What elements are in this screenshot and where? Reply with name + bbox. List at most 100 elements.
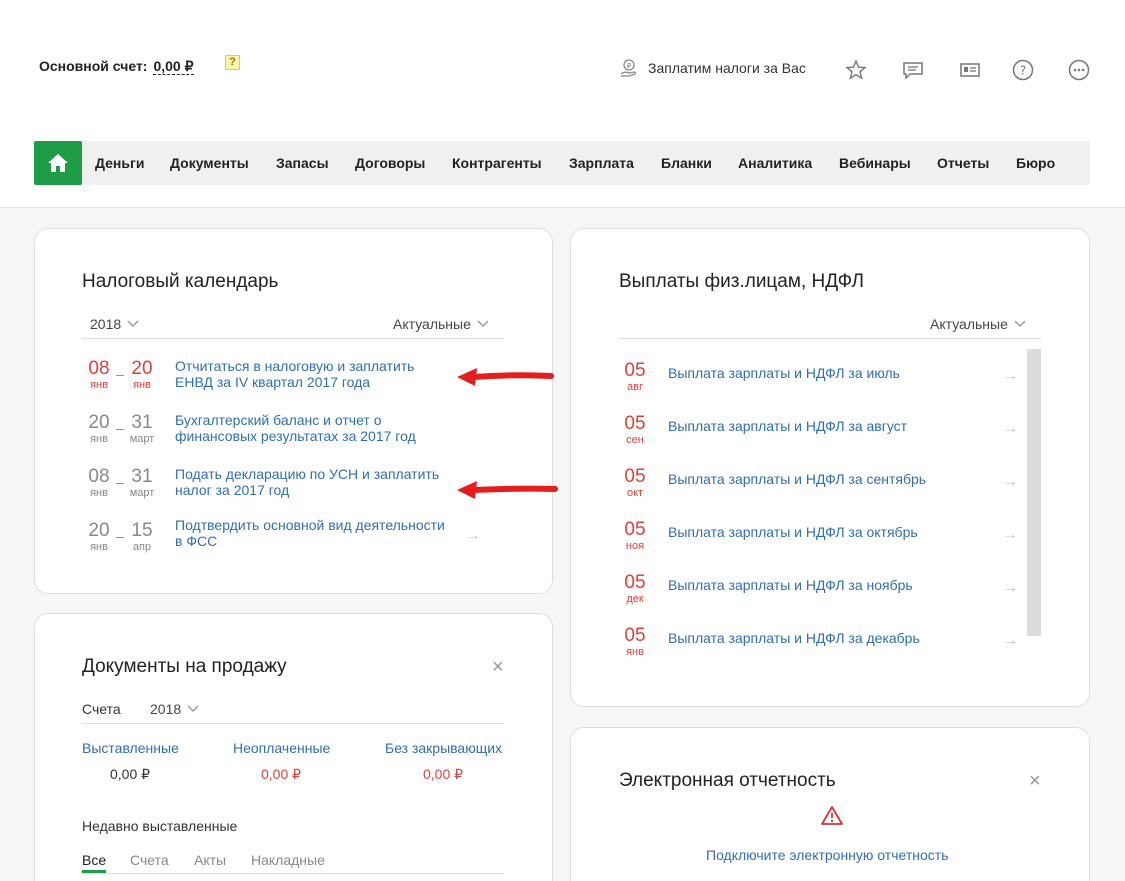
home-button[interactable] xyxy=(34,141,82,185)
payment-link[interactable]: Выплата зарплаты и НДФЛ за август xyxy=(668,418,907,434)
e-reporting-title: Электронная отчетность xyxy=(619,770,836,791)
payments-filter-select[interactable]: Актуальные xyxy=(930,316,1026,332)
row-arrow-icon[interactable]: → xyxy=(1002,420,1018,438)
main-account: Основной счет: 0,00 ₽ xyxy=(39,58,194,75)
date-from: 08 янв xyxy=(88,358,110,392)
no-closing-docs-link[interactable]: Без закрывающих xyxy=(385,740,502,756)
no-closing-docs-amount: 0,00 ₽ xyxy=(423,766,464,782)
svg-text:?: ? xyxy=(1020,64,1026,78)
chevron-down-icon xyxy=(1014,320,1026,327)
tab-waybills[interactable]: Накладные xyxy=(251,852,325,868)
row-arrow-icon[interactable]: → xyxy=(1002,473,1018,491)
pay-taxes-label: Заплатим налоги за Вас xyxy=(648,60,806,76)
tab-acts[interactable]: Акты xyxy=(194,852,226,868)
payment-link[interactable]: Выплата зарплаты и НДФЛ за октябрь xyxy=(668,524,918,540)
tax-event-link[interactable]: Отчитаться в налоговую и заплатить ЕНВД … xyxy=(175,358,455,390)
nav-forms[interactable]: Бланки xyxy=(661,155,712,171)
home-icon xyxy=(48,154,68,172)
date-from: 08 янв xyxy=(88,466,110,500)
date-from: 20 янв xyxy=(88,520,110,554)
year-value: 2018 xyxy=(90,316,122,332)
nav-counterparties[interactable]: Контрагенты xyxy=(452,155,542,171)
payment-link[interactable]: Выплата зарплаты и НДФЛ за июль xyxy=(668,365,900,381)
more-icon[interactable] xyxy=(1067,58,1091,82)
close-icon[interactable]: × xyxy=(492,656,504,679)
date-to: 15 апр xyxy=(131,520,153,554)
payments-scrollbar[interactable] xyxy=(1027,349,1041,636)
issued-amount: 0,00 ₽ xyxy=(110,766,151,782)
row-arrow-icon[interactable]: → xyxy=(1002,526,1018,544)
tax-calendar-divider xyxy=(82,338,504,339)
payment-link[interactable]: Выплата зарплаты и НДФЛ за декабрь xyxy=(668,630,920,646)
coin-hand-icon: ₽ xyxy=(620,59,636,77)
payment-date: 05 сен xyxy=(624,413,646,447)
pay-taxes-link[interactable]: ₽ Заплатим налоги за Вас xyxy=(619,58,806,78)
date-dash: – xyxy=(116,528,124,544)
nav-analytics[interactable]: Аналитика xyxy=(738,155,812,171)
chevron-down-icon xyxy=(187,705,199,712)
warning-icon xyxy=(821,806,843,825)
sale-docs-year-select[interactable]: 2018 xyxy=(150,701,199,717)
hint-icon[interactable]: ? xyxy=(225,55,240,70)
tax-calendar-year-select[interactable]: 2018 xyxy=(90,316,139,332)
payment-date: 05 янв xyxy=(624,625,646,659)
help-icon[interactable]: ? xyxy=(1011,58,1035,82)
year-value: 2018 xyxy=(150,701,182,717)
chat-icon[interactable] xyxy=(901,58,925,82)
nav-webinars[interactable]: Вебинары xyxy=(839,155,911,171)
recent-title: Недавно выставленные xyxy=(82,818,238,834)
unpaid-link[interactable]: Неоплаченные xyxy=(233,740,330,756)
sale-docs-title: Документы на продажу xyxy=(82,656,287,677)
close-icon[interactable]: × xyxy=(1029,770,1041,793)
row-arrow-icon[interactable]: → xyxy=(1002,579,1018,597)
payment-date: 05 окт xyxy=(624,466,646,500)
date-dash: – xyxy=(116,474,124,490)
account-label: Основной счет: xyxy=(39,58,148,74)
date-from: 20 янв xyxy=(88,412,110,446)
tax-event-link[interactable]: Подтвердить основной вид деятельности в … xyxy=(175,517,455,549)
sale-docs-divider xyxy=(82,723,504,724)
row-arrow-icon[interactable]: → xyxy=(1002,632,1018,650)
tax-event-link[interactable]: Подать декларацию по УСН и заплатить нал… xyxy=(175,466,455,498)
payment-date: 05 ноя xyxy=(624,519,646,553)
date-to: 31 март xyxy=(129,466,155,500)
account-balance[interactable]: 0,00 ₽ xyxy=(153,58,194,75)
payments-title: Выплаты физ.лицам, НДФЛ xyxy=(619,271,864,292)
date-to: 31 март xyxy=(129,412,155,446)
tab-all[interactable]: Все xyxy=(82,852,106,868)
payment-link[interactable]: Выплата зарплаты и НДФЛ за сентябрь xyxy=(668,471,926,487)
row-arrow-icon[interactable]: → xyxy=(1002,367,1018,385)
nav-salary[interactable]: Зарплата xyxy=(569,155,634,171)
tax-event-link[interactable]: Бухгалтерский баланс и отчет о финансовы… xyxy=(175,412,455,444)
annotation-arrow-icon xyxy=(457,368,554,386)
nav-money[interactable]: Деньги xyxy=(95,155,144,171)
annotation-arrow-icon xyxy=(457,481,558,499)
tab-invoices[interactable]: Счета xyxy=(130,852,169,868)
issued-link[interactable]: Выставленные xyxy=(82,740,179,756)
nav-documents[interactable]: Документы xyxy=(170,155,249,171)
star-icon[interactable] xyxy=(844,58,868,82)
payment-link[interactable]: Выплата зарплаты и НДФЛ за ноябрь xyxy=(668,577,913,593)
chevron-down-icon xyxy=(127,320,139,327)
nav-reports[interactable]: Отчеты xyxy=(937,155,989,171)
svg-text:₽: ₽ xyxy=(627,62,632,70)
date-dash: – xyxy=(116,420,124,436)
date-to: 20 янв xyxy=(131,358,153,392)
card-icon[interactable] xyxy=(958,58,982,82)
payment-date: 05 дек xyxy=(624,572,646,606)
tabs-divider xyxy=(82,873,504,874)
nav-contracts[interactable]: Договоры xyxy=(355,155,425,171)
nav-stock[interactable]: Запасы xyxy=(276,155,329,171)
filter-value: Актуальные xyxy=(393,316,471,332)
filter-value: Актуальные xyxy=(930,316,1008,332)
payments-divider xyxy=(619,338,1041,339)
chevron-down-icon xyxy=(477,320,489,327)
payment-date: 05 авг xyxy=(624,360,646,394)
tax-calendar-filter-select[interactable]: Актуальные xyxy=(393,316,489,332)
row-arrow-icon[interactable]: → xyxy=(465,527,481,545)
connect-e-reporting-link[interactable]: Подключите электронную отчетность xyxy=(706,847,948,863)
invoices-label: Счета xyxy=(82,701,121,717)
nav-bureau[interactable]: Бюро xyxy=(1016,155,1055,171)
unpaid-amount: 0,00 ₽ xyxy=(261,766,302,782)
tax-calendar-title: Налоговый календарь xyxy=(82,271,279,292)
